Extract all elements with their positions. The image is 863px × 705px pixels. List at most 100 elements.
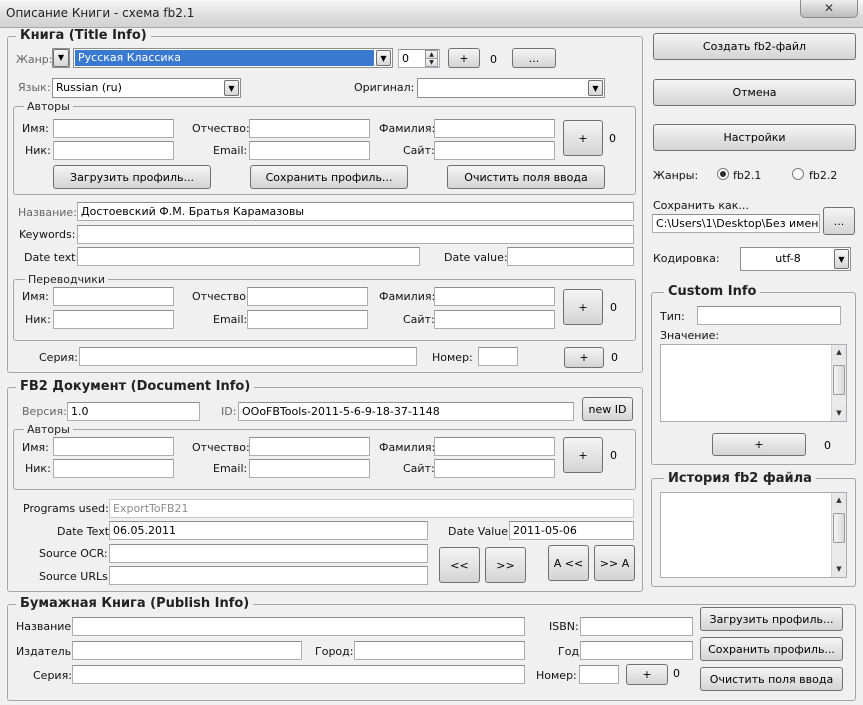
- doc-author-email-input[interactable]: [249, 459, 370, 478]
- series-input[interactable]: [79, 347, 417, 366]
- translator-first-name-label: Имя:: [22, 290, 49, 303]
- radio-fb21-label[interactable]: fb2.1: [733, 169, 761, 182]
- doc-date-value-input[interactable]: 2011-05-06: [509, 521, 634, 540]
- programs-used-input[interactable]: ExportToFB21: [109, 499, 634, 518]
- cancel-button[interactable]: Отмена: [653, 79, 856, 106]
- scroll-thumb[interactable]: [833, 365, 845, 395]
- lang-select[interactable]: Russian (ru) ▼: [52, 78, 241, 98]
- author-email-input[interactable]: [249, 141, 370, 160]
- publish-name-input[interactable]: [72, 617, 525, 636]
- custom-type-input[interactable]: [697, 306, 841, 325]
- publish-series-input[interactable]: [72, 665, 525, 684]
- doc-author-site-input[interactable]: [434, 459, 555, 478]
- date-text-input[interactable]: [77, 247, 420, 266]
- genre-add-button[interactable]: +: [448, 48, 480, 68]
- city-input[interactable]: [354, 641, 525, 660]
- translator-nick-input[interactable]: [53, 310, 174, 329]
- radio-fb22-label[interactable]: fb2.2: [809, 169, 837, 182]
- close-button[interactable]: ✕: [800, 0, 858, 18]
- genre-prefix-select[interactable]: ▼: [52, 48, 70, 68]
- scroll-down-icon[interactable]: ▼: [832, 406, 846, 421]
- doc-date-text-input[interactable]: 06.05.2011: [109, 521, 428, 540]
- doc-author-last-name-input[interactable]: [434, 437, 555, 456]
- translator-site-input[interactable]: [434, 310, 555, 329]
- series-count: 0: [611, 351, 618, 364]
- original-select[interactable]: ▼: [417, 78, 605, 98]
- prev-button[interactable]: <<: [439, 547, 480, 583]
- scroll-up-icon[interactable]: ▲: [832, 345, 846, 360]
- save-profile-button[interactable]: Сохранить профиль...: [250, 165, 408, 189]
- publish-number-input[interactable]: [579, 665, 619, 684]
- lang-label: Язык:: [18, 81, 51, 94]
- a-prev-button[interactable]: A <<: [548, 545, 589, 581]
- browse-button[interactable]: ...: [823, 207, 855, 235]
- radio-fb22[interactable]: [792, 168, 804, 180]
- doc-author-first-name-input[interactable]: [53, 437, 174, 456]
- publish-load-profile-button[interactable]: Загрузить профиль...: [700, 607, 843, 631]
- publish-count: 0: [673, 667, 680, 680]
- publish-clear-fields-button[interactable]: Очистить поля ввода: [700, 667, 843, 691]
- book-title-input[interactable]: Достоевский Ф.М. Братья Карамазовы: [77, 202, 634, 221]
- translator-site-label: Сайт:: [403, 313, 435, 326]
- author-first-name-input[interactable]: [53, 119, 174, 138]
- author-site-label: Сайт:: [403, 144, 435, 157]
- custom-value-label: Значение:: [660, 329, 720, 342]
- translator-first-name-input[interactable]: [53, 287, 174, 306]
- author-middle-name-label: Отчество:: [192, 122, 250, 135]
- settings-button[interactable]: Настройки: [653, 124, 856, 151]
- author-add-button[interactable]: +: [563, 120, 603, 156]
- doc-date-value-label: Date Value:: [448, 525, 512, 538]
- clear-fields-button[interactable]: Очистить поля ввода: [447, 165, 605, 189]
- next-button[interactable]: >>: [485, 547, 526, 583]
- scroll-down-icon[interactable]: ▼: [832, 562, 846, 577]
- translator-last-name-input[interactable]: [434, 287, 555, 306]
- scroll-up-icon[interactable]: ▲: [832, 493, 846, 508]
- publish-save-profile-button[interactable]: Сохранить профиль...: [700, 637, 843, 661]
- new-id-button[interactable]: new ID: [582, 397, 633, 421]
- date-text-label: Date text:: [24, 251, 80, 264]
- save-as-input[interactable]: C:\Users\1\Desktop\Без имени: [652, 214, 820, 233]
- publish-add-button[interactable]: +: [626, 664, 668, 685]
- history-scrollbar[interactable]: ▲ ▼: [831, 493, 846, 577]
- date-value-input[interactable]: [507, 247, 634, 266]
- scroll-thumb[interactable]: [833, 513, 845, 543]
- keywords-input[interactable]: [77, 225, 634, 244]
- series-add-button[interactable]: +: [564, 347, 604, 368]
- author-last-name-input[interactable]: [434, 119, 555, 138]
- author-site-input[interactable]: [434, 141, 555, 160]
- translator-add-button[interactable]: +: [563, 289, 603, 325]
- genre-select[interactable]: Русская Классика ▼: [73, 48, 393, 68]
- chevron-down-icon: ▼: [834, 249, 849, 269]
- translator-middle-name-label: Отчество:: [192, 290, 250, 303]
- source-urls-input[interactable]: [109, 566, 428, 585]
- year-input[interactable]: [580, 641, 693, 660]
- encoding-select[interactable]: utf-8 ▼: [740, 247, 851, 271]
- custom-value-scrollbar[interactable]: ▲ ▼: [831, 345, 846, 421]
- source-ocr-input[interactable]: [109, 544, 428, 563]
- isbn-input[interactable]: [580, 617, 693, 636]
- custom-add-button[interactable]: +: [712, 433, 806, 456]
- id-input[interactable]: OOoFBTools-2011-5-6-9-18-37-1148: [238, 402, 574, 421]
- version-input[interactable]: 1.0: [67, 402, 200, 421]
- doc-author-add-button[interactable]: +: [563, 437, 603, 473]
- publisher-input[interactable]: [72, 641, 302, 660]
- spin-down-icon[interactable]: ▼: [425, 58, 438, 67]
- author-email-label: Email:: [213, 144, 248, 157]
- radio-fb21[interactable]: [717, 168, 729, 180]
- load-profile-button[interactable]: Загрузить профиль...: [53, 165, 211, 189]
- save-as-label: Сохранить как...: [653, 199, 749, 212]
- doc-author-count: 0: [610, 449, 617, 462]
- history-textarea[interactable]: ▲ ▼: [660, 492, 847, 578]
- custom-value-textarea[interactable]: ▲ ▼: [660, 344, 847, 422]
- doc-author-middle-name-input[interactable]: [249, 437, 370, 456]
- doc-author-nick-input[interactable]: [53, 459, 174, 478]
- genre-more-button[interactable]: ...: [512, 48, 556, 68]
- translator-email-input[interactable]: [247, 310, 368, 329]
- translator-middle-name-input[interactable]: [247, 287, 368, 306]
- doc-author-nick-label: Ник:: [25, 462, 51, 475]
- a-next-button[interactable]: >> A: [594, 545, 635, 581]
- author-middle-name-input[interactable]: [249, 119, 370, 138]
- create-fb2-button[interactable]: Создать fb2-файл: [653, 33, 856, 60]
- author-nick-input[interactable]: [53, 141, 174, 160]
- series-number-input[interactable]: [478, 347, 518, 366]
